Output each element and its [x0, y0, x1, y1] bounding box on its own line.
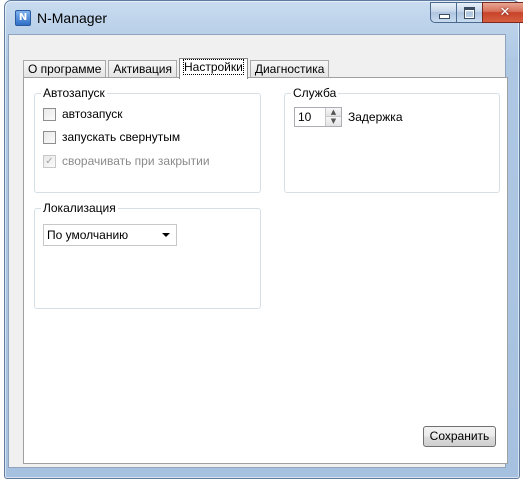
window-title: N-Manager — [37, 10, 108, 26]
settings-panel: Автозапуск автозапуск запускать свернуты… — [23, 77, 508, 464]
maximize-button[interactable] — [456, 2, 482, 23]
tab-settings[interactable]: Настройки — [179, 58, 248, 79]
tab-strip: О программе Активация Настройки Диагност… — [23, 58, 331, 79]
language-dropdown[interactable]: По умолчанию — [43, 224, 177, 246]
tab-label: Активация — [113, 62, 172, 76]
app-icon: N — [15, 10, 31, 26]
service-legend: Служба — [291, 86, 339, 100]
maximize-icon — [464, 7, 475, 19]
save-button[interactable]: Сохранить — [423, 426, 496, 447]
tab-label: Настройки — [183, 59, 244, 75]
language-selected: По умолчанию — [47, 228, 129, 242]
localization-legend: Локализация — [41, 201, 118, 215]
close-icon: ✕ — [499, 5, 511, 20]
minimize-on-close-label: сворачивать при закрытии — [62, 154, 210, 168]
tab-activation[interactable]: Активация — [108, 60, 177, 78]
tab-label: Диагностика — [254, 62, 325, 76]
stepper-up-icon[interactable]: ▲ — [326, 108, 341, 117]
minimize-icon — [439, 14, 450, 19]
tab-diagnostics[interactable]: Диагностика — [249, 60, 330, 78]
service-group: Служба 10 ▲ ▼ Задержка — [284, 86, 500, 193]
tab-about[interactable]: О программе — [23, 60, 107, 78]
tab-label: О программе — [28, 62, 102, 76]
localization-group: Локализация По умолчанию — [34, 201, 261, 309]
delay-label: Задержка — [348, 110, 403, 124]
minimize-on-close-checkbox: ✓ — [43, 154, 56, 168]
autostart-checkbox[interactable] — [43, 107, 56, 121]
minimize-button[interactable] — [430, 2, 456, 23]
minimize-on-close-option: ✓ сворачивать при закрытии — [43, 154, 210, 168]
close-button[interactable]: ✕ — [482, 2, 523, 23]
autostart-legend: Автозапуск — [41, 86, 107, 100]
start-minimized-checkbox[interactable] — [43, 130, 56, 144]
autostart-label: автозапуск — [62, 107, 123, 121]
chevron-down-icon — [162, 233, 170, 237]
start-minimized-option[interactable]: запускать свернутым — [43, 130, 180, 144]
delay-value[interactable]: 10 — [298, 110, 311, 124]
stepper-buttons: ▲ ▼ — [325, 108, 341, 126]
autostart-group: Автозапуск автозапуск запускать свернуты… — [34, 86, 261, 193]
stepper-down-icon[interactable]: ▼ — [326, 117, 341, 126]
autostart-option[interactable]: автозапуск — [43, 107, 122, 121]
title-bar[interactable]: N N-Manager ✕ — [5, 1, 523, 35]
caption-buttons: ✕ — [430, 2, 523, 23]
start-minimized-label: запускать свернутым — [62, 130, 181, 144]
delay-stepper[interactable]: 10 ▲ ▼ — [294, 107, 342, 127]
